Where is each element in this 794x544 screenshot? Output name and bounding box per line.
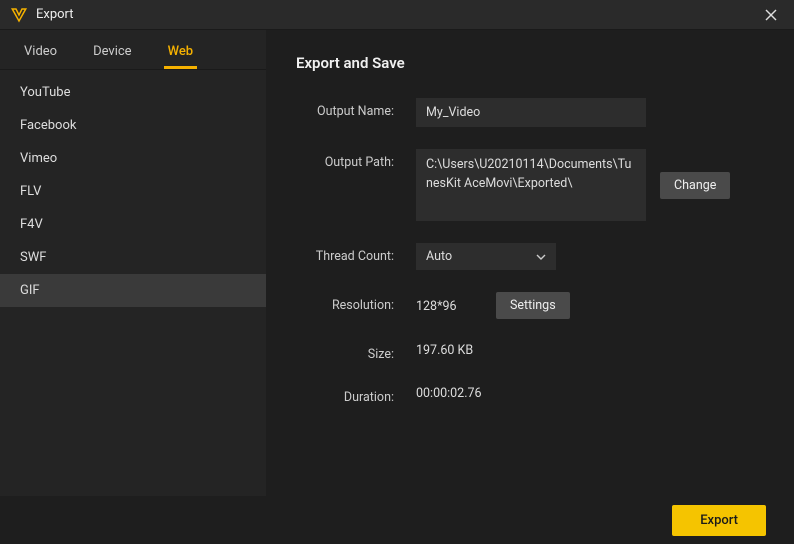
format-swf[interactable]: SWF	[0, 241, 266, 274]
format-youtube[interactable]: YouTube	[0, 76, 266, 109]
format-list: YouTube Facebook Vimeo FLV F4V SWF GIF	[0, 70, 266, 496]
tab-video[interactable]: Video	[20, 36, 61, 69]
footer: Export	[0, 496, 794, 544]
format-facebook[interactable]: Facebook	[0, 109, 266, 142]
format-gif[interactable]: GIF	[0, 274, 266, 307]
tab-device[interactable]: Device	[89, 36, 136, 69]
duration-label: Duration:	[296, 384, 416, 405]
titlebar: Export	[0, 0, 794, 30]
duration-value: 00:00:02.76	[416, 384, 482, 401]
output-name-input[interactable]	[416, 98, 646, 127]
tab-web[interactable]: Web	[164, 36, 198, 69]
settings-button[interactable]: Settings	[496, 292, 570, 319]
resolution-value: 128*96	[416, 297, 482, 314]
close-icon	[765, 9, 777, 21]
output-name-label: Output Name:	[296, 98, 416, 119]
chevron-down-icon	[536, 252, 546, 262]
size-value: 197.60 KB	[416, 341, 473, 358]
close-button[interactable]	[758, 2, 784, 28]
window-title: Export	[36, 7, 74, 22]
section-title: Export and Save	[296, 54, 764, 72]
export-tabs: Video Device Web	[0, 30, 266, 70]
thread-count-label: Thread Count:	[296, 243, 416, 264]
output-path-box: C:\Users\U20210114\Documents\TunesKit Ac…	[416, 149, 646, 221]
settings-panel: Export and Save Output Name: Output Path…	[266, 30, 794, 496]
size-label: Size:	[296, 341, 416, 362]
left-panel: Video Device Web YouTube Facebook Vimeo …	[0, 30, 266, 496]
resolution-label: Resolution:	[296, 292, 416, 313]
thread-count-value: Auto	[426, 249, 452, 264]
thread-count-select[interactable]: Auto	[416, 243, 556, 270]
format-flv[interactable]: FLV	[0, 175, 266, 208]
format-f4v[interactable]: F4V	[0, 208, 266, 241]
format-vimeo[interactable]: Vimeo	[0, 142, 266, 175]
change-path-button[interactable]: Change	[660, 172, 730, 199]
output-path-label: Output Path:	[296, 149, 416, 170]
app-logo-icon	[10, 6, 28, 24]
export-button[interactable]: Export	[672, 505, 766, 536]
